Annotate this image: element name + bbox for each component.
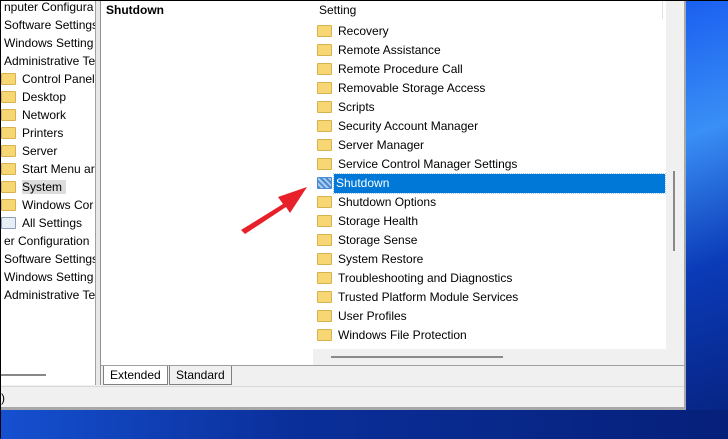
arrow-icon	[241, 187, 307, 234]
red-arrow-annotation	[241, 187, 307, 234]
